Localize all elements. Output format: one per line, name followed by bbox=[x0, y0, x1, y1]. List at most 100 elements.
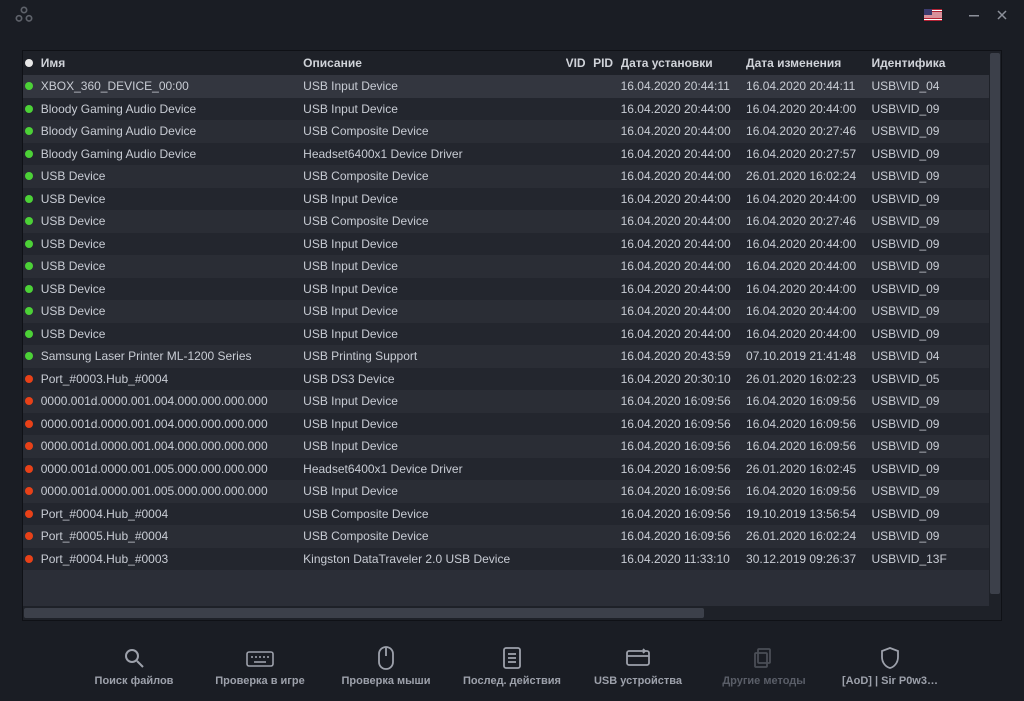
cell-modified: 26.01.2020 16:02:23 bbox=[746, 372, 871, 386]
status-dot-icon bbox=[25, 442, 33, 450]
nav-user[interactable]: [AoD] | Sir P0w3… bbox=[840, 645, 940, 687]
table-row[interactable]: 0000.001d.0000.001.004.000.000.000.000 US… bbox=[23, 390, 989, 413]
status-dot-icon bbox=[25, 127, 33, 135]
col-header-pid[interactable]: PID bbox=[593, 56, 621, 70]
nav-other-methods[interactable]: Другие методы bbox=[714, 645, 814, 687]
usb-icon bbox=[624, 645, 652, 671]
col-header-vid[interactable]: VID bbox=[566, 56, 594, 70]
table-row[interactable]: Samsung Laser Printer ML-1200 SeriesUSB … bbox=[23, 345, 989, 368]
cell-id: USB\VID_09 bbox=[871, 439, 989, 453]
cell-modified: 16.04.2020 20:44:00 bbox=[746, 102, 871, 116]
table-row[interactable]: Bloody Gaming Audio DeviceUSB Composite … bbox=[23, 120, 989, 143]
nav-mouse-check[interactable]: Проверка мыши bbox=[336, 645, 436, 687]
status-dot-icon bbox=[25, 240, 33, 248]
nav-label: Другие методы bbox=[722, 675, 805, 687]
cell-id: USB\VID_09 bbox=[871, 394, 989, 408]
cell-name: 0000.001d.0000.001.005.000.000.000.000 bbox=[41, 484, 303, 498]
cell-id: USB\VID_09 bbox=[871, 462, 989, 476]
cell-installed: 16.04.2020 20:44:00 bbox=[621, 102, 746, 116]
nav-label: Проверка мыши bbox=[342, 675, 431, 687]
status-dot-icon bbox=[25, 375, 33, 383]
nav-search-files[interactable]: Поиск файлов bbox=[84, 645, 184, 687]
nav-ingame-check[interactable]: Проверка в игре bbox=[210, 645, 310, 687]
table-row[interactable]: Bloody Gaming Audio DeviceUSB Input Devi… bbox=[23, 98, 989, 121]
shield-icon bbox=[876, 645, 904, 671]
table-row[interactable]: USB DeviceUSB Input Device16.04.2020 20:… bbox=[23, 323, 989, 346]
horizontal-scrollbar[interactable] bbox=[23, 606, 989, 620]
cell-modified: 26.01.2020 16:02:45 bbox=[746, 462, 871, 476]
cell-id: USB\VID_04 bbox=[871, 349, 989, 363]
table-row[interactable]: USB DeviceUSB Composite Device16.04.2020… bbox=[23, 210, 989, 233]
cell-desc: USB Input Device bbox=[303, 327, 565, 341]
cell-name: Port_#0005.Hub_#0004 bbox=[41, 529, 303, 543]
col-header-desc[interactable]: Описание bbox=[303, 56, 565, 70]
vertical-scroll-thumb[interactable] bbox=[990, 53, 1000, 594]
cell-desc: Kingston DataTraveler 2.0 USB Device bbox=[303, 552, 565, 566]
minimize-button[interactable] bbox=[960, 3, 988, 27]
table-row[interactable]: USB DeviceUSB Input Device16.04.2020 20:… bbox=[23, 233, 989, 256]
cell-desc: USB Composite Device bbox=[303, 529, 565, 543]
status-dot-icon bbox=[25, 510, 33, 518]
table-row[interactable]: USB DeviceUSB Input Device16.04.2020 20:… bbox=[23, 300, 989, 323]
status-dot-icon bbox=[25, 82, 33, 90]
cell-installed: 16.04.2020 20:44:00 bbox=[621, 282, 746, 296]
horizontal-scroll-thumb[interactable] bbox=[24, 608, 704, 618]
cell-id: USB\VID_04 bbox=[871, 79, 989, 93]
cell-desc: Headset6400x1 Device Driver bbox=[303, 147, 565, 161]
table-row[interactable]: Port_#0005.Hub_#0004USB Composite Device… bbox=[23, 525, 989, 548]
devices-table: Имя Описание VID PID Дата установки Дата… bbox=[23, 51, 989, 606]
table-row[interactable]: Port_#0004.Hub_#0003Kingston DataTravele… bbox=[23, 548, 989, 571]
cell-installed: 16.04.2020 20:44:00 bbox=[621, 124, 746, 138]
status-dot-icon bbox=[25, 330, 33, 338]
cell-installed: 16.04.2020 11:33:10 bbox=[621, 552, 746, 566]
col-header-installed[interactable]: Дата установки bbox=[621, 56, 746, 70]
cell-name: USB Device bbox=[41, 327, 303, 341]
table-row[interactable]: Port_#0003.Hub_#0004USB DS3 Device16.04.… bbox=[23, 368, 989, 391]
table-row[interactable]: Bloody Gaming Audio DeviceHeadset6400x1 … bbox=[23, 143, 989, 166]
table-row[interactable]: 0000.001d.0000.001.004.000.000.000.000US… bbox=[23, 413, 989, 436]
status-dot-icon bbox=[25, 150, 33, 158]
col-header-name[interactable]: Имя bbox=[41, 56, 303, 70]
table-row[interactable]: USB DeviceUSB Composite Device16.04.2020… bbox=[23, 165, 989, 188]
table-row[interactable]: 0000.001d.0000.001.004.000.000.000.000US… bbox=[23, 435, 989, 458]
status-dot-icon bbox=[25, 285, 33, 293]
col-header-modified[interactable]: Дата изменения bbox=[746, 56, 871, 70]
cell-desc: Headset6400x1 Device Driver bbox=[303, 462, 565, 476]
cell-desc: USB Input Device bbox=[303, 237, 565, 251]
status-header[interactable] bbox=[23, 59, 41, 67]
nav-last-actions[interactable]: Послед. действия bbox=[462, 645, 562, 687]
table-row[interactable]: USB DeviceUSB Input Device16.04.2020 20:… bbox=[23, 255, 989, 278]
cell-modified: 16.04.2020 20:44:00 bbox=[746, 237, 871, 251]
cell-name: 0000.001d.0000.001.004.000.000.000.000 bbox=[41, 394, 303, 408]
list-icon bbox=[498, 645, 526, 671]
cell-desc: USB Input Device bbox=[303, 484, 565, 498]
close-button[interactable] bbox=[988, 3, 1016, 27]
devices-panel: Имя Описание VID PID Дата установки Дата… bbox=[22, 50, 1002, 621]
status-dot-icon bbox=[25, 262, 33, 270]
status-dot-icon bbox=[25, 465, 33, 473]
table-row[interactable]: 0000.001d.0000.001.005.000.000.000.000He… bbox=[23, 458, 989, 481]
table-row[interactable]: XBOX_360_DEVICE_00:00USB Input Device16.… bbox=[23, 75, 989, 98]
nav-usb-devices[interactable]: USB устройства bbox=[588, 645, 688, 687]
col-header-id[interactable]: Идентифика bbox=[871, 56, 989, 70]
cell-installed: 16.04.2020 16:09:56 bbox=[621, 417, 746, 431]
table-row[interactable]: Port_#0004.Hub_#0004USB Composite Device… bbox=[23, 503, 989, 526]
cell-id: USB\VID_09 bbox=[871, 192, 989, 206]
keyboard-icon bbox=[246, 645, 274, 671]
cell-id: USB\VID_05 bbox=[871, 372, 989, 386]
cell-name: USB Device bbox=[41, 169, 303, 183]
status-dot-icon bbox=[25, 487, 33, 495]
locale-flag-icon[interactable] bbox=[924, 9, 942, 21]
status-dot-icon bbox=[25, 397, 33, 405]
cell-installed: 16.04.2020 20:44:00 bbox=[621, 147, 746, 161]
cell-id: USB\VID_09 bbox=[871, 214, 989, 228]
cell-installed: 16.04.2020 16:09:56 bbox=[621, 394, 746, 408]
table-row[interactable]: USB DeviceUSB Input Device16.04.2020 20:… bbox=[23, 188, 989, 211]
stack-icon bbox=[750, 645, 778, 671]
table-row[interactable]: 0000.001d.0000.001.005.000.000.000.000US… bbox=[23, 480, 989, 503]
status-dot-icon bbox=[25, 195, 33, 203]
table-row[interactable]: USB DeviceUSB Input Device16.04.2020 20:… bbox=[23, 278, 989, 301]
cell-name: 0000.001d.0000.001.005.000.000.000.000 bbox=[41, 462, 303, 476]
cell-id: USB\VID_09 bbox=[871, 529, 989, 543]
vertical-scrollbar[interactable] bbox=[989, 51, 1001, 606]
